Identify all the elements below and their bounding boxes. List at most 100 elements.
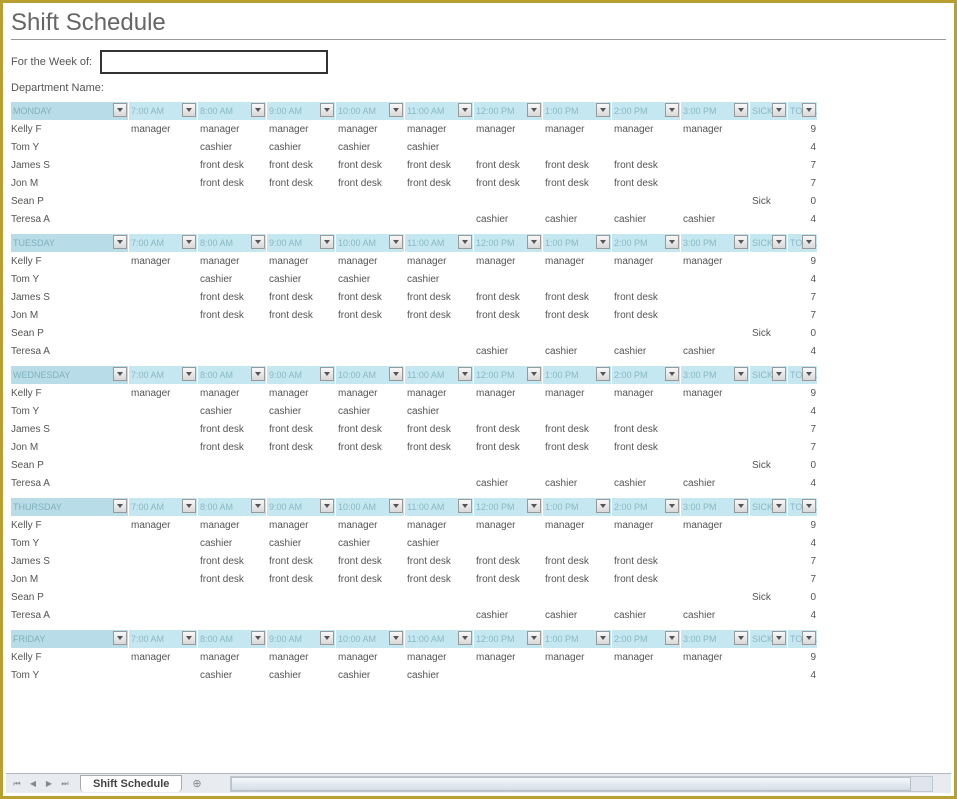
shift-cell[interactable]: front desk <box>198 574 267 585</box>
employee-name[interactable]: Jon M <box>11 310 129 321</box>
filter-dropdown-icon[interactable] <box>389 631 403 645</box>
shift-cell[interactable]: manager <box>198 124 267 135</box>
time-header[interactable]: 9:00 AM <box>267 102 336 120</box>
filter-dropdown-icon[interactable] <box>665 631 679 645</box>
time-header[interactable]: 3:00 PM <box>681 366 750 384</box>
time-header[interactable]: 8:00 AM <box>198 630 267 648</box>
time-header[interactable]: 7:00 AM <box>129 498 198 516</box>
filter-dropdown-icon[interactable] <box>458 499 472 513</box>
shift-cell[interactable]: manager <box>612 520 681 531</box>
shift-cell[interactable]: front desk <box>405 292 474 303</box>
shift-cell[interactable]: cashier <box>405 670 474 681</box>
employee-name[interactable]: Sean P <box>11 328 129 339</box>
filter-dropdown-icon[interactable] <box>389 235 403 249</box>
time-header[interactable]: 1:00 PM <box>543 498 612 516</box>
time-header[interactable]: 2:00 PM <box>612 234 681 252</box>
shift-cell[interactable]: front desk <box>336 292 405 303</box>
shift-cell[interactable]: cashier <box>612 478 681 489</box>
shift-cell[interactable]: cashier <box>336 406 405 417</box>
filter-dropdown-icon[interactable] <box>734 631 748 645</box>
shift-cell[interactable]: front desk <box>198 310 267 321</box>
day-header[interactable]: TUESDAY <box>11 234 129 252</box>
shift-cell[interactable]: front desk <box>405 556 474 567</box>
shift-cell[interactable]: front desk <box>543 574 612 585</box>
time-header[interactable]: 2:00 PM <box>612 102 681 120</box>
shift-cell[interactable]: manager <box>405 256 474 267</box>
shift-cell[interactable]: manager <box>405 388 474 399</box>
filter-dropdown-icon[interactable] <box>665 367 679 381</box>
sick-cell[interactable]: Sick <box>750 460 788 471</box>
shift-cell[interactable]: front desk <box>198 424 267 435</box>
filter-dropdown-icon[interactable] <box>113 499 127 513</box>
filter-dropdown-icon[interactable] <box>802 367 816 381</box>
sick-cell[interactable]: Sick <box>750 196 788 207</box>
shift-cell[interactable]: cashier <box>405 274 474 285</box>
shift-cell[interactable]: manager <box>129 388 198 399</box>
shift-cell[interactable]: front desk <box>612 178 681 189</box>
filter-dropdown-icon[interactable] <box>527 367 541 381</box>
filter-dropdown-icon[interactable] <box>113 367 127 381</box>
time-header[interactable]: 12:00 PM <box>474 498 543 516</box>
total-header[interactable]: TOTAL <box>788 498 818 516</box>
time-header[interactable]: 11:00 AM <box>405 234 474 252</box>
employee-name[interactable]: Kelly F <box>11 124 129 135</box>
total-header[interactable]: TOTAL <box>788 102 818 120</box>
filter-dropdown-icon[interactable] <box>734 367 748 381</box>
shift-cell[interactable]: manager <box>474 652 543 663</box>
shift-cell[interactable]: front desk <box>267 556 336 567</box>
shift-cell[interactable]: front desk <box>543 160 612 171</box>
time-header[interactable]: 7:00 AM <box>129 630 198 648</box>
day-header[interactable]: WEDNESDAY <box>11 366 129 384</box>
shift-cell[interactable]: front desk <box>543 424 612 435</box>
filter-dropdown-icon[interactable] <box>596 235 610 249</box>
shift-cell[interactable]: cashier <box>681 478 750 489</box>
filter-dropdown-icon[interactable] <box>734 235 748 249</box>
employee-name[interactable]: Sean P <box>11 460 129 471</box>
time-header[interactable]: 7:00 AM <box>129 102 198 120</box>
shift-cell[interactable]: front desk <box>267 310 336 321</box>
shift-cell[interactable]: cashier <box>267 538 336 549</box>
shift-cell[interactable]: front desk <box>612 424 681 435</box>
shift-cell[interactable]: manager <box>543 124 612 135</box>
shift-cell[interactable]: manager <box>543 520 612 531</box>
shift-cell[interactable]: manager <box>267 388 336 399</box>
filter-dropdown-icon[interactable] <box>320 499 334 513</box>
shift-cell[interactable]: manager <box>474 520 543 531</box>
employee-name[interactable]: James S <box>11 424 129 435</box>
shift-cell[interactable]: manager <box>336 652 405 663</box>
sick-header[interactable]: SICK? <box>750 102 788 120</box>
time-header[interactable]: 3:00 PM <box>681 102 750 120</box>
time-header[interactable]: 3:00 PM <box>681 234 750 252</box>
shift-cell[interactable]: manager <box>543 388 612 399</box>
shift-cell[interactable]: cashier <box>612 346 681 357</box>
sheet-tab-new[interactable]: ⊕ <box>184 775 209 792</box>
shift-cell[interactable]: front desk <box>336 310 405 321</box>
week-input[interactable] <box>100 50 328 74</box>
shift-cell[interactable]: cashier <box>336 274 405 285</box>
time-header[interactable]: 11:00 AM <box>405 102 474 120</box>
shift-cell[interactable]: cashier <box>198 142 267 153</box>
shift-cell[interactable]: manager <box>405 124 474 135</box>
horizontal-scrollbar[interactable] <box>230 776 933 792</box>
shift-cell[interactable]: front desk <box>336 556 405 567</box>
time-header[interactable]: 3:00 PM <box>681 630 750 648</box>
time-header[interactable]: 8:00 AM <box>198 102 267 120</box>
shift-cell[interactable]: cashier <box>267 142 336 153</box>
employee-name[interactable]: Tom Y <box>11 670 129 681</box>
tab-nav-first[interactable]: ⏮ <box>10 777 24 791</box>
shift-cell[interactable]: front desk <box>198 556 267 567</box>
shift-cell[interactable]: manager <box>129 520 198 531</box>
shift-cell[interactable]: manager <box>681 388 750 399</box>
time-header[interactable]: 7:00 AM <box>129 234 198 252</box>
shift-cell[interactable]: front desk <box>267 292 336 303</box>
time-header[interactable]: 9:00 AM <box>267 366 336 384</box>
sick-cell[interactable]: Sick <box>750 328 788 339</box>
time-header[interactable]: 12:00 PM <box>474 102 543 120</box>
employee-name[interactable]: James S <box>11 160 129 171</box>
shift-cell[interactable]: manager <box>543 256 612 267</box>
employee-name[interactable]: Tom Y <box>11 406 129 417</box>
shift-cell[interactable]: cashier <box>405 142 474 153</box>
filter-dropdown-icon[interactable] <box>113 631 127 645</box>
employee-name[interactable]: James S <box>11 556 129 567</box>
filter-dropdown-icon[interactable] <box>251 367 265 381</box>
